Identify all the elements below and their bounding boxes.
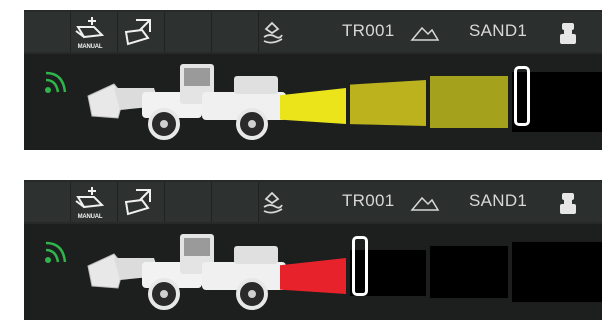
payload-level-marker — [514, 66, 530, 126]
manual-mode-label: MANUAL — [77, 214, 103, 220]
payload-segment-1 — [280, 88, 346, 124]
toolbar-slot — [165, 182, 212, 222]
payload-gauge — [274, 236, 602, 304]
payload-segment-4 — [512, 242, 602, 302]
route-code: TR001 — [342, 21, 395, 40]
toolbar-slot — [24, 182, 71, 222]
loader-status-panel-top: MANUAL TR001 SAND1 — [24, 10, 602, 150]
hand-load-icon — [260, 191, 286, 215]
hand-load-icon — [260, 21, 286, 45]
loader-vehicle-icon — [84, 232, 294, 310]
material-name: SAND1 — [469, 191, 528, 210]
toolbar-slot — [212, 12, 259, 52]
payload-segment-2 — [350, 80, 426, 126]
manual-mode-icon[interactable]: MANUAL — [72, 15, 108, 51]
payload-level-marker — [352, 236, 368, 296]
payload-segment-3 — [430, 246, 508, 298]
mountain-stockpile-icon — [410, 24, 440, 42]
payload-segment-1 — [280, 258, 346, 294]
operator-icon[interactable] — [557, 191, 579, 215]
toolbar-slot — [212, 182, 259, 222]
operator-icon[interactable] — [557, 21, 579, 45]
payload-gauge — [274, 66, 602, 134]
manual-mode-label: MANUAL — [77, 44, 103, 50]
loader-vehicle-icon — [84, 62, 294, 140]
toolbar-slot — [24, 12, 71, 52]
wireless-signal-icon — [42, 236, 70, 266]
header-toolbar: MANUAL TR001 SAND1 — [24, 10, 602, 54]
manual-mode-icon[interactable]: MANUAL — [72, 185, 108, 221]
payload-segment-3 — [430, 76, 508, 128]
route-code: TR001 — [342, 191, 395, 210]
loader-status-panel-bottom: MANUAL TR001 SAND1 — [24, 180, 602, 320]
wireless-signal-icon — [42, 66, 70, 96]
toolbar-slot — [165, 12, 212, 52]
dump-bucket-icon[interactable] — [122, 16, 158, 46]
material-name: SAND1 — [469, 21, 528, 40]
dump-bucket-icon[interactable] — [122, 186, 158, 216]
mountain-stockpile-icon — [410, 194, 440, 212]
header-toolbar: MANUAL TR001 SAND1 — [24, 180, 602, 224]
